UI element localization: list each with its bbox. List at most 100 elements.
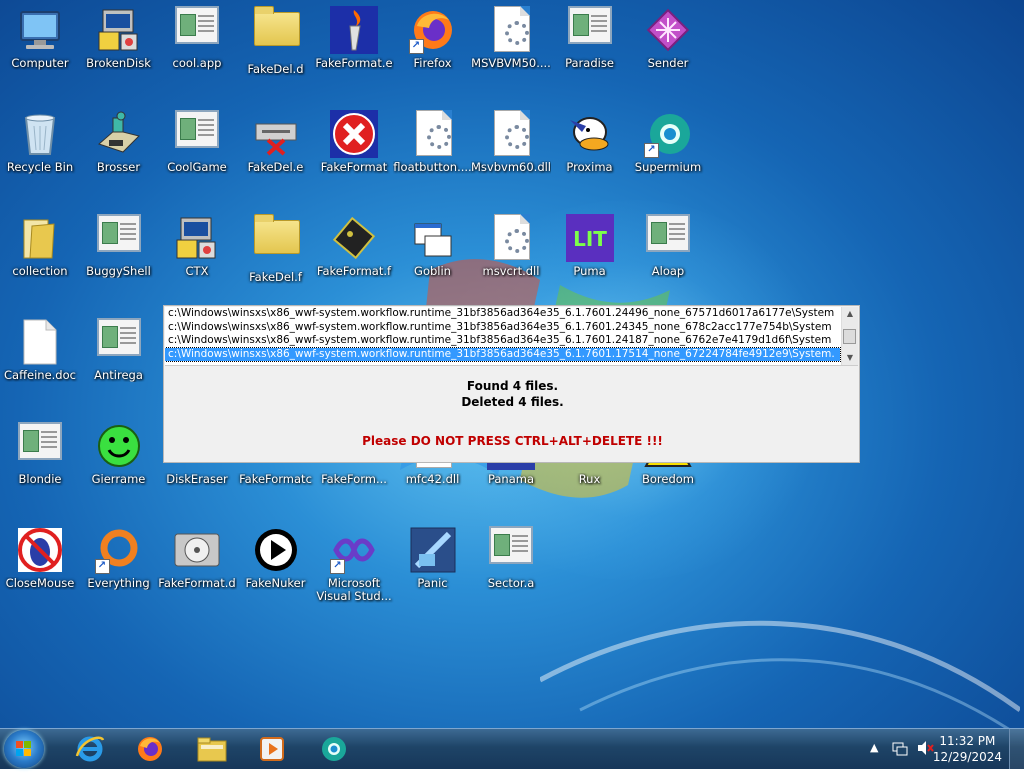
desktop-icon-panic[interactable]: Panic xyxy=(393,520,473,620)
firefox-icon: ↗ xyxy=(408,6,457,54)
desktop-icon-supermium[interactable]: ↗ Supermium xyxy=(628,104,708,204)
desktop-icon-ctx[interactable]: CTX xyxy=(157,208,237,308)
desktop-icon-collection[interactable]: collection xyxy=(0,208,80,308)
file-deletion-window: c:\Windows\winsxs\x86_wwf-system.workflo… xyxy=(163,305,860,463)
desktop-icon-computer[interactable]: Computer xyxy=(0,0,80,100)
desktop-icon-label: cool.app xyxy=(172,57,222,70)
scroll-up-arrow-icon[interactable]: ▲ xyxy=(842,307,858,321)
desktop-icon-label: Supermium xyxy=(634,161,702,174)
desktop-icon-closemouse[interactable]: CloseMouse xyxy=(0,520,80,620)
desktop-icon-label: CTX xyxy=(185,265,209,278)
media-player-icon xyxy=(260,737,284,761)
windows-logo-icon xyxy=(16,741,32,757)
shortcut-arrow-icon: ↗ xyxy=(644,143,659,158)
show-hidden-icons-arrow[interactable]: ▲ xyxy=(870,741,878,754)
desktop-icon-label: Sector.a xyxy=(487,577,535,590)
desktop-icon-aloap[interactable]: Aloap xyxy=(628,208,708,308)
desktop-icon-caffeine-doc[interactable]: Caffeine.doc xyxy=(0,312,80,412)
desktop-icon-fakeformat-e[interactable]: FakeFormat.e xyxy=(314,0,394,100)
desktop-icon-sector-a[interactable]: Sector.a xyxy=(471,520,551,620)
dll-icon xyxy=(487,214,535,262)
file-row-2[interactable]: c:\Windows\winsxs\x86_wwf-system.workflo… xyxy=(165,321,840,335)
wallpaper-swoosh xyxy=(540,620,1020,728)
taskbar-internet-explorer[interactable] xyxy=(64,731,116,767)
firefox-icon xyxy=(138,737,162,761)
desktop-icon-label: Goblin xyxy=(414,265,451,278)
desktop-icon-proxima[interactable]: Proxima xyxy=(550,104,630,204)
desktop-icon-label: FakeFormat xyxy=(320,161,388,174)
desktop-icon-fakedel-e[interactable]: FakeDel.e xyxy=(236,104,316,204)
desktop-icon-paradise[interactable]: Paradise xyxy=(550,0,630,100)
desktop-icon-cool-app[interactable]: cool.app xyxy=(157,0,237,100)
desktop-icon-label: Caffeine.doc xyxy=(4,369,76,382)
volume-muted-icon[interactable] xyxy=(916,740,934,759)
openfolder-icon xyxy=(16,214,64,262)
found-files-text: Found 4 files. xyxy=(466,379,559,393)
desktop[interactable]: Computer BrokenDisk cool.app FakeDel.d FakeF… xyxy=(0,0,1024,728)
desktop-icon-label: mfc42.dll xyxy=(405,473,460,486)
desktop-icon-firefox[interactable]: ↗ Firefox xyxy=(393,0,473,100)
desktop-icon-fakeformat-d[interactable]: FakeFormat.d xyxy=(157,520,237,620)
dll-icon xyxy=(487,110,535,158)
scrollbar-thumb[interactable] xyxy=(843,329,856,344)
desktop-icon-recycle-bin[interactable]: Recycle Bin xyxy=(0,104,80,204)
scroll-down-arrow-icon[interactable]: ▼ xyxy=(842,351,858,365)
system-clock[interactable]: 11:32 PM 12/29/2024 xyxy=(933,733,1002,765)
listbox-scrollbar[interactable]: ▲ ▼ xyxy=(841,307,858,365)
desktop-icon-label: Puma xyxy=(573,265,606,278)
desktop-icon-label: Msvbvm60.dll xyxy=(471,161,551,174)
deleted-files-listbox[interactable]: c:\Windows\winsxs\x86_wwf-system.workflo… xyxy=(165,307,858,366)
file-row-4-selected[interactable]: c:\Windows\winsxs\x86_wwf-system.workflo… xyxy=(165,346,841,362)
clock-time: 11:32 PM xyxy=(939,734,996,748)
desktop-icon-label: FakeNuker xyxy=(245,577,306,590)
deleted-files-text: Deleted 4 files. xyxy=(461,395,564,409)
desktop-icon-label: Antirega xyxy=(94,369,143,382)
desktop-icon-floatbutton[interactable]: floatbutton.... xyxy=(393,104,473,204)
desktop-icon-coolgame[interactable]: CoolGame xyxy=(157,104,237,204)
desktop-icon-label: collection xyxy=(12,265,68,278)
desktop-icon-fakenuker[interactable]: FakeNuker xyxy=(236,520,316,620)
win-icon xyxy=(566,6,614,54)
desktop-icon-fakeformat-f[interactable]: FakeFormat.f xyxy=(314,208,394,308)
desktop-icon-label: msvcrt.dll xyxy=(482,265,540,278)
folder-icon xyxy=(252,214,300,268)
desktop-icon-label: Sender xyxy=(647,57,689,70)
show-desktop-button[interactable] xyxy=(1009,729,1024,769)
disk-icon xyxy=(173,526,221,574)
file-row-3[interactable]: c:\Windows\winsxs\x86_wwf-system.workflo… xyxy=(165,334,840,348)
desktop-icon-label: Blondie xyxy=(18,473,62,486)
desktop-icon-msvbvm60-dll[interactable]: Msvbvm60.dll xyxy=(471,104,551,204)
desktop-icon-antirega[interactable]: Antirega xyxy=(79,312,159,412)
desktop-icon-label: BuggyShell xyxy=(86,265,151,278)
computer-icon xyxy=(16,6,64,54)
desktop-icon-gierrame[interactable]: Gierrame xyxy=(79,416,159,516)
desktop-icon-fakedel-d[interactable]: FakeDel.d xyxy=(236,0,316,100)
torch-icon xyxy=(330,6,378,54)
network-icon[interactable] xyxy=(892,740,908,759)
desktop-icon-microsoft-visual-stud[interactable]: ↗ Microsoft Visual Stud... xyxy=(314,520,394,620)
desktop-icon-brokendisk[interactable]: BrokenDisk xyxy=(79,0,159,100)
taskbar-firefox[interactable] xyxy=(124,731,176,767)
desktop-icon-brosser[interactable]: Brosser xyxy=(79,104,159,204)
taskbar-file-explorer[interactable] xyxy=(186,731,238,767)
desktop-icon-everything[interactable]: ↗ Everything xyxy=(79,520,159,620)
dll-icon xyxy=(487,6,535,54)
desktop-icon-sender[interactable]: Sender xyxy=(628,0,708,100)
desktop-icon-msvcrt-dll[interactable]: msvcrt.dll xyxy=(471,208,551,308)
ie-icon xyxy=(75,736,105,762)
desktop-icon-fakeformat[interactable]: FakeFormat xyxy=(314,104,394,204)
win-icon xyxy=(95,318,143,366)
desktop-icon-blondie[interactable]: Blondie xyxy=(0,416,80,516)
taskbar-supermium[interactable] xyxy=(308,731,360,767)
taskbar-media-player[interactable] xyxy=(246,731,298,767)
desktop-icon-msvbvm50[interactable]: MSVBVM50.... xyxy=(471,0,551,100)
desktop-icon-label: floatbutton.... xyxy=(393,161,472,174)
desktop-icon-puma[interactable]: LIT Puma xyxy=(550,208,630,308)
desktop-icon-label: FakeFormat.e xyxy=(315,57,393,70)
start-button[interactable] xyxy=(4,730,44,768)
desktop-icon-goblin[interactable]: Goblin xyxy=(393,208,473,308)
file-row-1[interactable]: c:\Windows\winsxs\x86_wwf-system.workflo… xyxy=(165,307,840,321)
desktop-icon-fakedel-f[interactable]: FakeDel.f xyxy=(236,208,316,308)
desktop-icon-label: FakeDel.f xyxy=(249,271,302,284)
desktop-icon-buggyshell[interactable]: BuggyShell xyxy=(79,208,159,308)
